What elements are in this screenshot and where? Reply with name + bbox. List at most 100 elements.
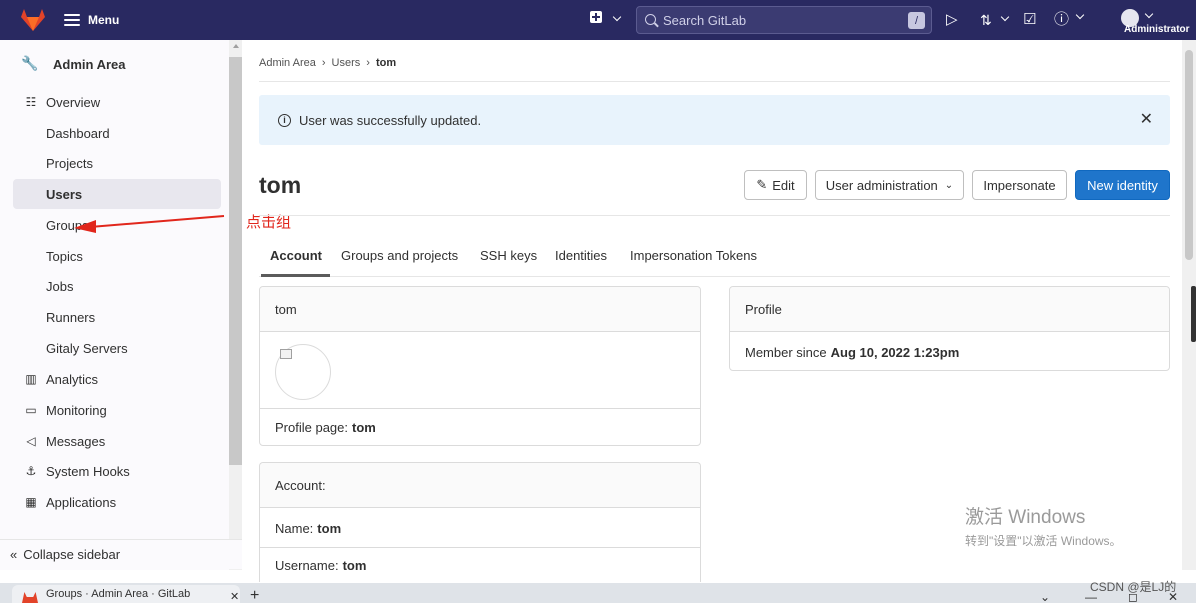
user-card-header: tom bbox=[260, 287, 700, 332]
chevron-down-icon: ⌄ bbox=[944, 179, 954, 191]
breadcrumb-item[interactable]: Users bbox=[332, 57, 361, 69]
close-icon[interactable]: ✕ bbox=[1140, 109, 1153, 129]
member-since-value: Aug 10, 2022 1:23pm bbox=[830, 344, 960, 360]
page-title: tom bbox=[259, 172, 302, 198]
user-name-label: Administrator bbox=[1124, 24, 1190, 35]
breadcrumb-item[interactable]: Admin Area bbox=[259, 57, 316, 69]
sidebar-item-overview[interactable]: ☷ Overview bbox=[13, 87, 221, 117]
sidebar-item-system-hooks[interactable]: ⚓ System Hooks bbox=[13, 456, 221, 486]
menu-button[interactable]: Menu bbox=[64, 9, 119, 31]
monitoring-icon: ▭ bbox=[25, 403, 37, 417]
sidebar-item-label: System Hooks bbox=[46, 463, 130, 479]
search-input[interactable]: Search GitLab / bbox=[636, 6, 932, 34]
search-placeholder: Search GitLab bbox=[663, 12, 747, 28]
sidebar-item-label: Runners bbox=[46, 309, 96, 325]
sidebar-item-label: Dashboard bbox=[46, 125, 110, 141]
sidebar-item-users[interactable]: Users bbox=[13, 179, 221, 209]
info-icon: i bbox=[278, 114, 291, 127]
browser-tab-title: Groups · Admin Area · GitLab bbox=[46, 588, 191, 600]
new-item-icon[interactable] bbox=[590, 11, 602, 23]
watermark-line-2: 转到"设置"以激活 Windows。 bbox=[965, 534, 1122, 548]
breadcrumb: Admin Area › Users › tom bbox=[259, 57, 396, 69]
chevron-right-icon: › bbox=[321, 57, 326, 69]
new-identity-button-label: New identity bbox=[1087, 177, 1158, 193]
tab-groups-and-projects[interactable]: Groups and projects bbox=[341, 248, 458, 263]
todo-icon[interactable]: ☑ bbox=[1023, 10, 1036, 30]
annotation-arrow-icon bbox=[74, 215, 225, 233]
sidebar-item-gitaly-servers[interactable]: Gitaly Servers bbox=[13, 333, 221, 363]
help-icon[interactable]: ⓘ bbox=[1054, 10, 1069, 30]
sidebar-item-label: Analytics bbox=[46, 371, 99, 387]
sidebar-header-label: Admin Area bbox=[53, 57, 126, 72]
sidebar-item-runners[interactable]: Runners bbox=[13, 302, 221, 332]
name-label: Name: bbox=[275, 520, 314, 536]
username-row: Username: tom bbox=[260, 555, 700, 575]
tab-identities[interactable]: Identities bbox=[555, 248, 607, 263]
edit-button-label: Edit bbox=[772, 177, 795, 193]
sidebar-item-projects[interactable]: Projects bbox=[13, 148, 221, 178]
browser-tab[interactable]: Groups · Admin Area · GitLab bbox=[12, 585, 240, 603]
sidebar-item-applications[interactable]: ▦ Applications bbox=[13, 487, 221, 517]
sidebar-item-label: Messages bbox=[46, 433, 106, 449]
chevron-down-icon bbox=[1144, 9, 1154, 19]
sidebar-item-dashboard[interactable]: Dashboard bbox=[13, 118, 221, 148]
close-tab-icon[interactable]: ✕ bbox=[230, 590, 239, 603]
chevron-down-icon[interactable]: ⌄ bbox=[1040, 590, 1050, 603]
sidebar-item-jobs[interactable]: Jobs bbox=[13, 271, 221, 301]
breadcrumb-current[interactable]: tom bbox=[376, 57, 396, 69]
sidebar-item-messages[interactable]: ◁ Messages bbox=[13, 426, 221, 456]
edit-icon: ✎ bbox=[756, 177, 768, 192]
scroll-up-arrow-icon[interactable] bbox=[233, 44, 239, 48]
account-card-header: Account: bbox=[260, 463, 700, 508]
tab-impersonation-tokens[interactable]: Impersonation Tokens bbox=[630, 248, 757, 263]
user-administration-dropdown[interactable]: User administration ⌄ bbox=[815, 170, 964, 200]
user-card: tom Profile page: tom bbox=[259, 286, 701, 446]
sidebar-item-monitoring[interactable]: ▭ Monitoring bbox=[13, 395, 221, 425]
username-value: tom bbox=[342, 557, 367, 573]
active-tab-indicator bbox=[261, 274, 330, 277]
divider bbox=[259, 215, 1170, 216]
broken-image-icon bbox=[280, 349, 292, 359]
edit-button[interactable]: ✎ Edit bbox=[744, 170, 807, 200]
gitlab-logo-icon[interactable] bbox=[20, 8, 46, 32]
issues-icon[interactable]: ▷ bbox=[946, 10, 958, 30]
page-scrollbar-thumb[interactable] bbox=[1185, 50, 1193, 260]
sidebar-item-label: Users bbox=[46, 186, 83, 202]
alert-message: User was successfully updated. bbox=[299, 112, 482, 128]
watermark-line-1: 激活 Windows bbox=[965, 507, 1086, 528]
double-chevron-left-icon: « bbox=[10, 547, 18, 562]
new-tab-icon[interactable]: + bbox=[250, 587, 259, 603]
overview-icon: ☷ bbox=[25, 95, 37, 109]
sidebar-item-label: Overview bbox=[46, 94, 101, 110]
search-shortcut-badge: / bbox=[908, 12, 925, 29]
impersonate-button[interactable]: Impersonate bbox=[972, 170, 1067, 200]
tab-account[interactable]: Account bbox=[270, 248, 322, 263]
member-since-label: Member since bbox=[745, 344, 827, 360]
csdn-watermark: CSDN @是LJ的 bbox=[1090, 580, 1177, 594]
collapse-sidebar-button[interactable]: « Collapse sidebar bbox=[0, 539, 242, 569]
sidebar-item-label: Topics bbox=[46, 248, 83, 264]
name-row: Name: tom bbox=[260, 509, 700, 547]
chevron-down-icon bbox=[612, 12, 622, 22]
side-handle[interactable] bbox=[1191, 286, 1196, 342]
tab-ssh-keys[interactable]: SSH keys bbox=[480, 248, 537, 263]
sidebar-scrollbar-thumb[interactable] bbox=[229, 57, 242, 465]
user-tabs: Account Groups and projects SSH keys Ide… bbox=[259, 240, 1170, 277]
sidebar-item-topics[interactable]: Topics bbox=[13, 241, 221, 271]
sidebar-item-analytics[interactable]: ▥ Analytics bbox=[13, 364, 221, 394]
chevron-down-icon bbox=[1000, 12, 1010, 22]
chevron-right-icon: › bbox=[366, 57, 370, 69]
merge-requests-icon[interactable]: ⇅ bbox=[980, 10, 992, 30]
sidebar-item-label: Projects bbox=[46, 155, 93, 171]
profile-page-row: Profile page: tom bbox=[260, 409, 700, 446]
success-alert: i User was successfully updated. ✕ bbox=[259, 95, 1170, 145]
divider bbox=[259, 81, 1170, 82]
profile-page-link[interactable]: tom bbox=[352, 420, 376, 435]
sidebar-header[interactable]: 🔧 Admin Area bbox=[13, 50, 221, 78]
new-identity-button[interactable]: New identity bbox=[1075, 170, 1170, 200]
chevron-down-icon bbox=[1075, 10, 1085, 20]
windows-activation-watermark: 激活 Windows 转到"设置"以激活 Windows。 bbox=[965, 502, 1122, 549]
account-card: Account: Name: tom Username: tom bbox=[259, 462, 701, 582]
applications-icon: ▦ bbox=[25, 495, 37, 509]
profile-page-label: Profile page: bbox=[275, 420, 348, 435]
